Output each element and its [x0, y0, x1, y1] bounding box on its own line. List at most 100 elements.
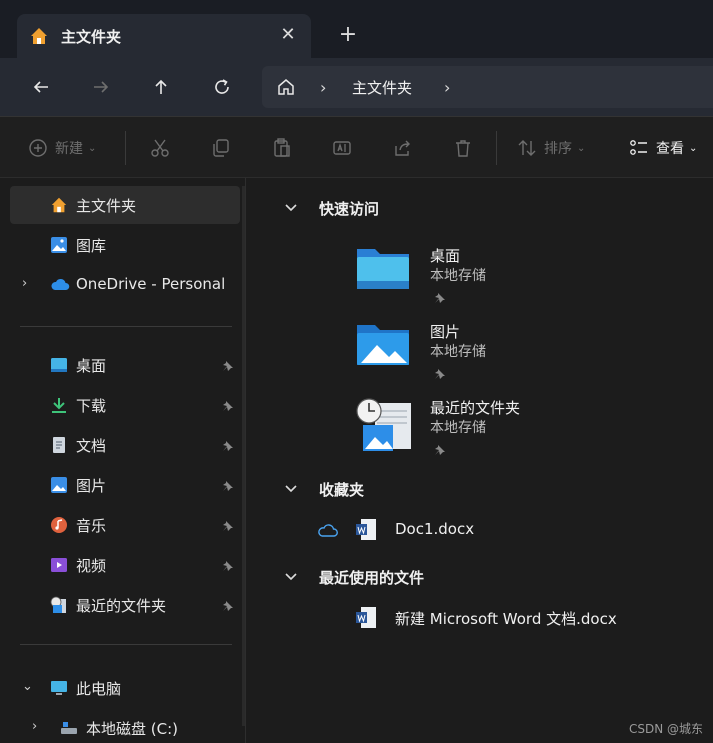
sidebar-item-label: 下载	[76, 397, 107, 415]
sidebar-item-home[interactable]: 主文件夹	[10, 186, 240, 224]
sidebar-item-pictures[interactable]: 图片	[10, 466, 240, 504]
tab-home[interactable]: 主文件夹 ✕	[17, 14, 311, 58]
sidebar-item-label: 桌面	[76, 357, 107, 375]
clipboard-icon	[274, 138, 290, 157]
home-icon[interactable]	[276, 77, 296, 101]
word-document-icon	[355, 518, 377, 546]
sidebar-item-label: OneDrive - Personal	[76, 275, 226, 293]
pin-icon[interactable]	[222, 438, 234, 456]
sidebar-item-this-pc[interactable]: ⌄ 此电脑	[10, 669, 240, 707]
chevron-down-icon: ⌄	[577, 142, 586, 154]
chevron-right-icon[interactable]: ›	[320, 78, 326, 97]
quick-access-item-pictures[interactable]: 图片 本地存储	[355, 321, 655, 391]
download-icon	[50, 396, 68, 414]
sidebar-item-label: 主文件夹	[76, 197, 137, 215]
chevron-down-icon[interactable]	[283, 569, 299, 589]
file-name: Doc1.docx	[395, 520, 475, 538]
pictures-icon	[50, 476, 68, 494]
desktop-icon	[50, 356, 68, 374]
pin-icon[interactable]	[222, 598, 234, 616]
sort-icon	[518, 140, 536, 156]
sidebar-item-music[interactable]: 音乐	[10, 506, 240, 544]
item-name: 桌面	[430, 247, 461, 265]
quick-access-item-recent-folders[interactable]: 最近的文件夹 本地存储	[355, 397, 655, 467]
cut-button[interactable]	[150, 135, 170, 161]
navigation-pane: 主文件夹 图库 › OneDrive - Personal 桌面 下载 文档 图…	[0, 178, 246, 743]
sidebar-item-desktop[interactable]: 桌面	[10, 346, 240, 384]
sidebar-item-gallery[interactable]: 图库	[10, 226, 240, 264]
file-name: 新建 Microsoft Word 文档.docx	[395, 610, 617, 628]
pin-icon[interactable]	[434, 289, 446, 308]
sort-button[interactable]: 排序 ⌄	[517, 135, 585, 161]
rename-button[interactable]	[332, 135, 352, 161]
quick-access-item-desktop[interactable]: 桌面 本地存储	[355, 245, 655, 315]
breadcrumb-home[interactable]: 主文件夹	[352, 77, 412, 98]
gallery-icon	[50, 236, 68, 254]
favorite-file-row[interactable]: Doc1.docx	[317, 518, 617, 544]
pin-icon[interactable]	[222, 518, 234, 536]
pin-icon[interactable]	[222, 478, 234, 496]
sidebar-item-onedrive[interactable]: › OneDrive - Personal	[10, 266, 240, 304]
recent-file-row[interactable]: 新建 Microsoft Word 文档.docx	[355, 606, 705, 632]
pin-icon[interactable]	[222, 358, 234, 376]
tab-title: 主文件夹	[61, 28, 122, 46]
sidebar-item-label: 本地磁盘 (C:)	[86, 720, 178, 738]
sidebar-item-label: 音乐	[76, 517, 107, 535]
sidebar-item-label: 视频	[76, 557, 107, 575]
sidebar-item-videos[interactable]: 视频	[10, 546, 240, 584]
drive-icon	[60, 719, 78, 737]
sidebar-item-recent-folders[interactable]: 最近的文件夹	[10, 586, 240, 624]
section-title: 快速访问	[319, 200, 380, 218]
chevron-down-icon: ⌄	[88, 142, 97, 154]
chevron-down-icon[interactable]: ⌄	[22, 679, 33, 694]
sidebar-item-label: 图片	[76, 477, 107, 495]
navigation-bar: › 主文件夹 ›	[0, 58, 713, 116]
chevron-down-icon[interactable]	[283, 200, 299, 220]
pin-icon[interactable]	[434, 365, 446, 384]
refresh-button[interactable]	[207, 72, 237, 102]
scissors-icon	[151, 139, 169, 157]
view-button[interactable]: 查看 ⌄	[629, 135, 697, 161]
divider	[125, 131, 126, 165]
chevron-right-icon[interactable]: ›	[22, 276, 27, 291]
content-pane: 快速访问 桌面 本地存储 图片 本地存储 最近的文件夹 本地存储 收藏夹 Doc…	[247, 178, 713, 743]
sort-label: 排序	[544, 141, 572, 157]
rename-icon	[333, 141, 351, 155]
divider	[20, 326, 232, 327]
watermark: CSDN @城东	[628, 722, 703, 736]
back-button[interactable]	[26, 72, 56, 102]
copy-icon	[213, 139, 229, 157]
arrow-right-icon	[94, 81, 109, 93]
chevron-right-icon[interactable]: ›	[444, 78, 450, 97]
up-button[interactable]	[146, 72, 176, 102]
title-bar: 主文件夹 ✕ +	[0, 0, 713, 58]
address-bar[interactable]: › 主文件夹 ›	[262, 66, 713, 108]
sidebar-item-downloads[interactable]: 下载	[10, 386, 240, 424]
chevron-down-icon[interactable]	[283, 481, 299, 501]
divider	[496, 131, 497, 165]
copy-button[interactable]	[211, 135, 231, 161]
sidebar-item-local-disk[interactable]: › 本地磁盘 (C:)	[10, 709, 240, 743]
pin-icon[interactable]	[222, 398, 234, 416]
command-bar: 新建 ⌄ 排序 ⌄ 查看 ⌄	[0, 116, 713, 178]
paste-button[interactable]	[272, 135, 292, 161]
sidebar-scrollbar[interactable]	[242, 186, 245, 726]
video-icon	[50, 556, 68, 574]
pin-icon[interactable]	[434, 441, 446, 460]
delete-button[interactable]	[453, 135, 473, 161]
plus-circle-icon	[29, 139, 47, 157]
new-button[interactable]: 新建 ⌄	[28, 135, 96, 161]
sidebar-item-documents[interactable]: 文档	[10, 426, 240, 464]
trash-icon	[456, 140, 470, 157]
arrow-up-icon	[155, 79, 167, 94]
close-tab-button[interactable]: ✕	[275, 22, 301, 48]
pin-icon[interactable]	[222, 558, 234, 576]
new-label: 新建	[55, 141, 83, 157]
chevron-right-icon[interactable]: ›	[32, 719, 37, 734]
arrow-left-icon	[33, 81, 48, 93]
share-button[interactable]	[393, 135, 413, 161]
view-label: 查看	[656, 141, 684, 157]
new-tab-button[interactable]: +	[334, 22, 362, 50]
this-pc-icon	[50, 679, 68, 697]
forward-button[interactable]	[86, 72, 116, 102]
